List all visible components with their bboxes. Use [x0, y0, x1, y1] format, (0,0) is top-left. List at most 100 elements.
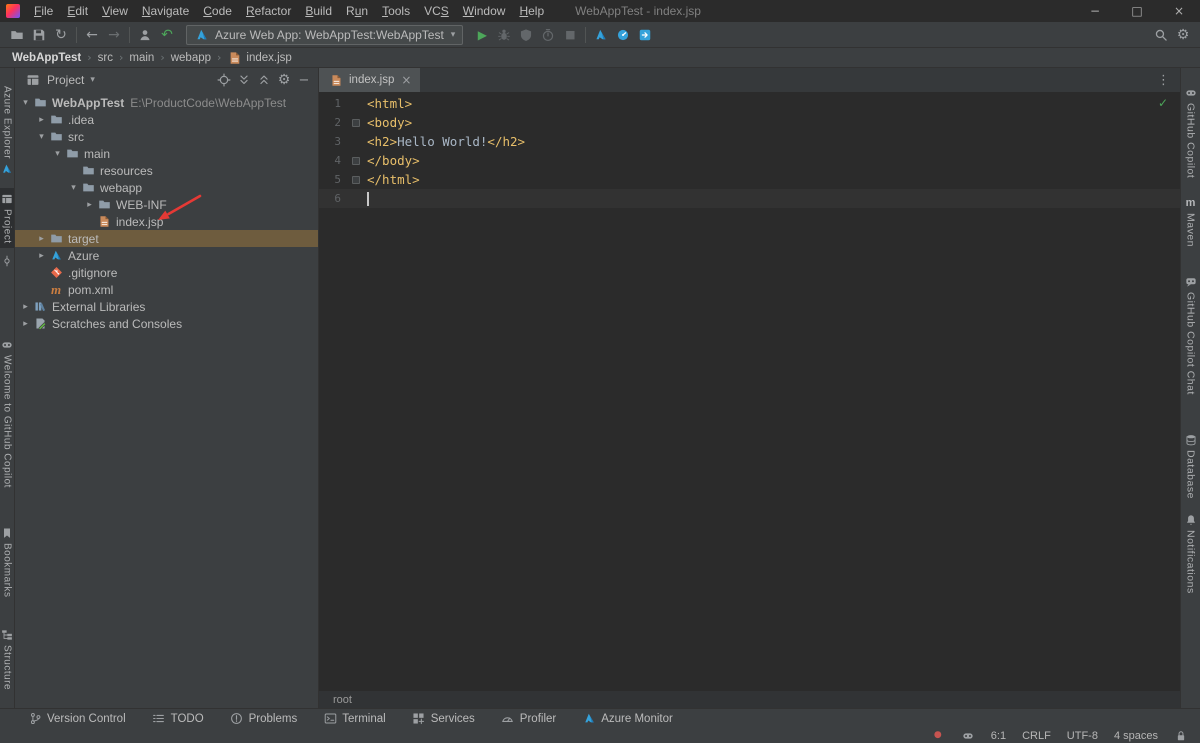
breadcrumb-separator: ›: [217, 51, 221, 64]
tab-index-jsp[interactable]: index.jsp ×: [319, 68, 420, 92]
status-crlf[interactable]: CRLF: [1022, 730, 1051, 742]
save-icon[interactable]: [28, 24, 50, 46]
menu-tools[interactable]: Tools: [375, 0, 417, 22]
lock-icon[interactable]: [1174, 729, 1188, 743]
locate-icon[interactable]: [214, 70, 234, 90]
red-dot-icon[interactable]: ●: [931, 729, 945, 743]
menu-window[interactable]: Window: [456, 0, 513, 22]
back-arrow-icon[interactable]: ←: [81, 24, 103, 46]
tree-item-scratches-and-consoles[interactable]: ▸Scratches and Consoles: [15, 315, 318, 332]
tree-item-resources[interactable]: resources: [15, 162, 318, 179]
menu-refactor[interactable]: Refactor: [239, 0, 298, 22]
line-number[interactable]: 6: [319, 192, 341, 205]
tool-stripe-structure[interactable]: Structure: [0, 624, 14, 694]
tool-stripe-github-copilot[interactable]: GitHub Copilot: [1181, 82, 1200, 182]
tool-button-problems[interactable]: Problems: [230, 712, 298, 726]
azure-gauge-icon[interactable]: [612, 24, 634, 46]
fold-marker-icon: [341, 157, 367, 165]
azure-icon[interactable]: [590, 24, 612, 46]
tool-button-todo[interactable]: TODO: [152, 712, 204, 726]
tool-button-version-control[interactable]: Version Control: [28, 712, 126, 726]
tree-item-webapp[interactable]: ▾webapp: [15, 179, 318, 196]
hide-icon[interactable]: −: [294, 70, 314, 90]
close-button[interactable]: ×: [1158, 0, 1200, 22]
menu-view[interactable]: View: [95, 0, 135, 22]
code-area[interactable]: ✓ 1<html>2<body>3<h2>Hello World!</h2>4<…: [319, 92, 1180, 690]
tool-button-azure-monitor[interactable]: Azure Monitor: [582, 712, 673, 726]
tool-button-terminal[interactable]: Terminal: [323, 712, 385, 726]
tree-item-webapptest[interactable]: ▾WebAppTestE:\ProductCode\WebAppTest: [15, 94, 318, 111]
tool-stripe-azure-explorer[interactable]: Azure Explorer: [0, 82, 14, 180]
tool-stripe-github-copilot-chat[interactable]: GitHub Copilot Chat: [1181, 271, 1200, 399]
project-panel-title[interactable]: Project: [47, 73, 84, 87]
tree-item-src[interactable]: ▾src: [15, 128, 318, 145]
line-number[interactable]: 4: [319, 154, 341, 167]
tree-item-external-libraries[interactable]: ▸External Libraries: [15, 298, 318, 315]
breadcrumb-index-jsp[interactable]: index.jsp: [225, 50, 293, 66]
menu-navigate[interactable]: Navigate: [135, 0, 196, 22]
tool-stripe-project[interactable]: Project: [0, 188, 14, 248]
rollback-icon[interactable]: ↶: [156, 24, 178, 46]
line-number[interactable]: 1: [319, 97, 341, 110]
tree-item-index-jsp[interactable]: index.jsp: [15, 213, 318, 230]
line-number[interactable]: 3: [319, 135, 341, 148]
expand-all-icon[interactable]: [234, 70, 254, 90]
editor-breadcrumb-item[interactable]: root: [333, 694, 352, 706]
forward-arrow-icon[interactable]: →: [103, 24, 125, 46]
line-number[interactable]: 5: [319, 173, 341, 186]
chevron-down-icon: ▾: [51, 149, 64, 159]
close-icon[interactable]: ×: [401, 73, 411, 87]
status-utf-8[interactable]: UTF-8: [1067, 730, 1098, 742]
user-icon[interactable]: [134, 24, 156, 46]
menu-file[interactable]: File: [27, 0, 60, 22]
debug-icon: [493, 24, 515, 46]
copilot-status-icon[interactable]: [961, 729, 975, 743]
menu-help[interactable]: Help: [512, 0, 551, 22]
breadcrumb-webapptest[interactable]: WebAppTest: [10, 52, 83, 64]
menu-edit[interactable]: Edit: [60, 0, 95, 22]
tool-button-services[interactable]: Services: [412, 712, 475, 726]
run-button[interactable]: ▶: [471, 24, 493, 46]
azure-arrow-icon[interactable]: [634, 24, 656, 46]
tree-item-gitignore[interactable]: .gitignore: [15, 264, 318, 281]
status-4-spaces[interactable]: 4 spaces: [1114, 730, 1158, 742]
minimize-button[interactable]: −: [1074, 0, 1116, 22]
editor-menu-icon[interactable]: ⋮: [1153, 73, 1174, 88]
maximize-button[interactable]: □: [1116, 0, 1158, 22]
menu-vcs[interactable]: VCS: [417, 0, 456, 22]
folder-icon: [32, 95, 48, 111]
tree-item-azure[interactable]: ▸Azure: [15, 247, 318, 264]
menu-run[interactable]: Run: [339, 0, 375, 22]
menu-code[interactable]: Code: [196, 0, 239, 22]
tree-item-main[interactable]: ▾main: [15, 145, 318, 162]
collapse-all-icon[interactable]: [254, 70, 274, 90]
menu-build[interactable]: Build: [298, 0, 339, 22]
tool-button-profiler[interactable]: Profiler: [501, 712, 556, 726]
tool-stripe-welcome-to-github-copilot[interactable]: Welcome to GitHub Copilot: [0, 334, 14, 492]
open-folder-icon[interactable]: [6, 24, 28, 46]
inspection-status-icon[interactable]: ✓: [1158, 96, 1168, 110]
status-6-1[interactable]: 6:1: [991, 730, 1006, 742]
line-number[interactable]: 2: [319, 116, 341, 129]
breadcrumb-main[interactable]: main: [127, 52, 156, 64]
tree-item-web-inf[interactable]: ▸WEB-INF: [15, 196, 318, 213]
tree-item-idea[interactable]: ▸.idea: [15, 111, 318, 128]
tool-stripe-database[interactable]: Database: [1181, 429, 1200, 503]
run-config-select[interactable]: Azure Web App: WebAppTest:WebAppTest ▾: [186, 25, 463, 45]
chevron-down-icon[interactable]: ▾: [90, 75, 95, 85]
tool-stripe-commit[interactable]: [0, 250, 14, 272]
settings-icon[interactable]: ⚙: [274, 70, 294, 90]
breadcrumb-webapp[interactable]: webapp: [169, 52, 213, 64]
settings-icon[interactable]: ⚙: [1172, 24, 1194, 46]
tool-stripe-notifications[interactable]: Notifications: [1181, 509, 1200, 598]
folder-icon: [80, 163, 96, 179]
sync-icon[interactable]: ↻: [50, 24, 72, 46]
search-icon[interactable]: [1150, 24, 1172, 46]
scratch-icon: [32, 316, 48, 332]
tree-item-target[interactable]: ▸target: [15, 230, 318, 247]
tool-stripe-bookmarks[interactable]: Bookmarks: [0, 522, 14, 602]
project-panel-actions: ⚙−: [214, 70, 314, 90]
breadcrumb-src[interactable]: src: [96, 52, 115, 64]
tool-stripe-maven[interactable]: mMaven: [1181, 192, 1200, 251]
tree-item-pom-xml[interactable]: mpom.xml: [15, 281, 318, 298]
